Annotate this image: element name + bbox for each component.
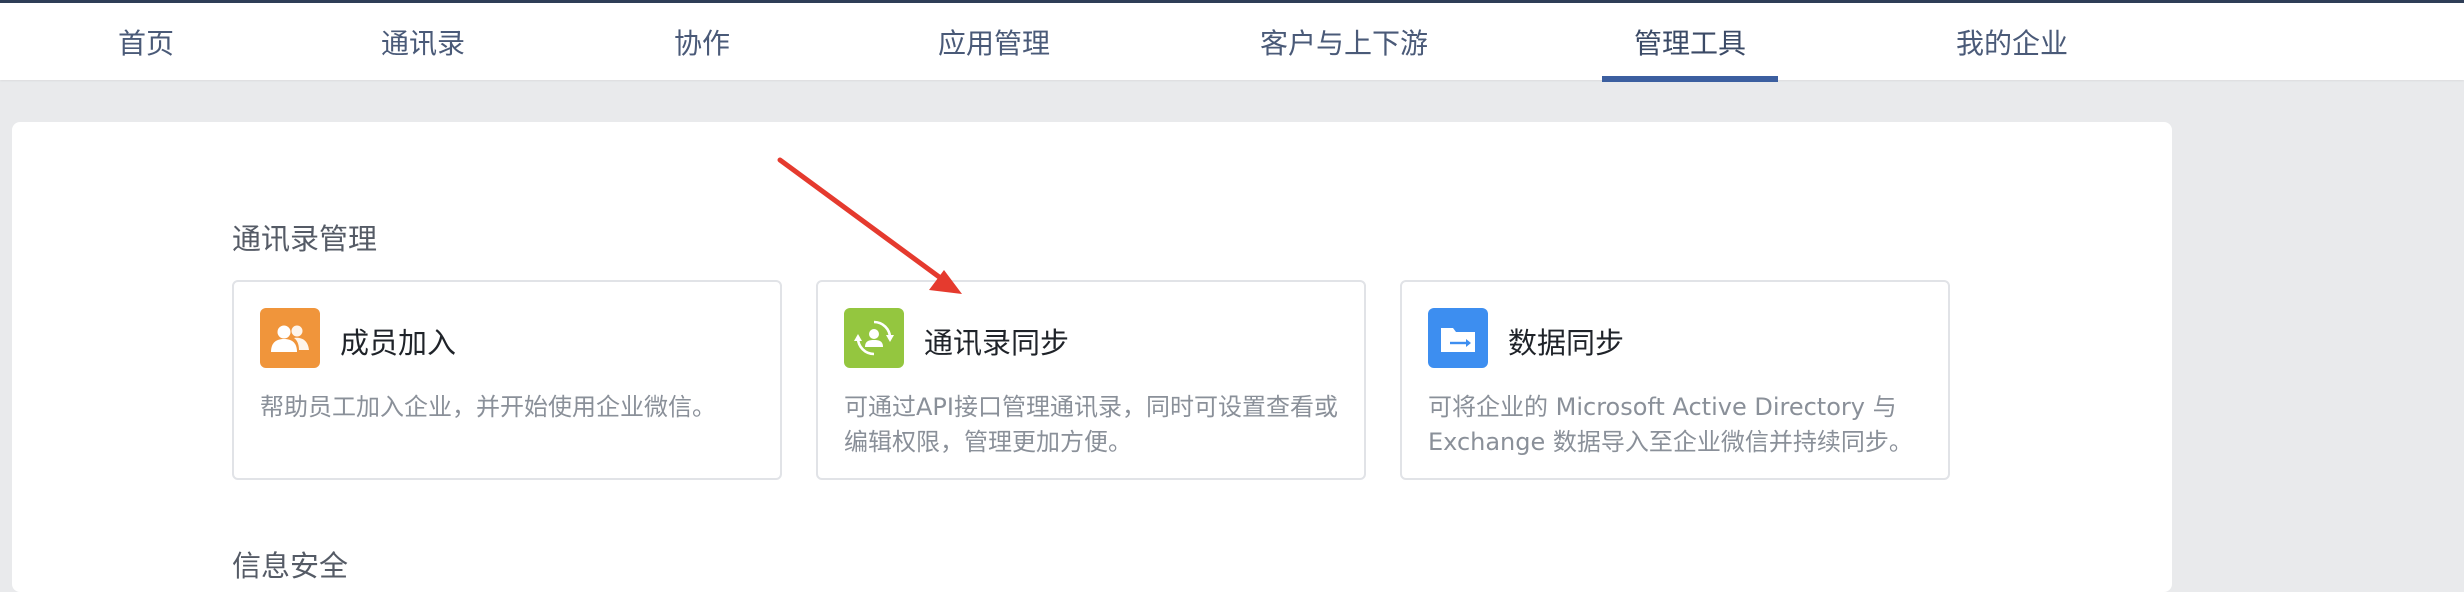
- tab-home-label: 首页: [117, 26, 174, 60]
- tab-contacts-label: 通讯录: [380, 26, 465, 60]
- tab-contacts[interactable]: 通讯录: [378, 3, 468, 80]
- card-member-join-title: 成员加入: [340, 326, 457, 360]
- tab-app-management-label: 应用管理: [937, 26, 1050, 60]
- card-member-join[interactable]: 成员加入 帮助员工加入企业，并开始使用企业微信。: [232, 280, 782, 480]
- tab-collaboration-label: 协作: [673, 26, 730, 60]
- members-icon: [260, 308, 320, 368]
- card-data-sync-title: 数据同步: [1508, 326, 1625, 360]
- tab-my-enterprise-label: 我的企业: [1955, 26, 2068, 60]
- tab-management-tools[interactable]: 管理工具: [1602, 3, 1778, 82]
- folder-sync-icon: [1428, 308, 1488, 368]
- card-data-sync[interactable]: 数据同步 可将企业的 Microsoft Active Directory 与 …: [1400, 280, 1950, 480]
- tab-customers-partners-label: 客户与上下游: [1259, 26, 1428, 60]
- tab-collaboration[interactable]: 协作: [672, 3, 732, 80]
- card-contacts-sync[interactable]: 通讯录同步 可通过API接口管理通讯录，同时可设置查看或编辑权限，管理更加方便。: [816, 280, 1366, 480]
- tab-customers-partners[interactable]: 客户与上下游: [1256, 3, 1432, 80]
- top-nav-bar: 首页 通讯录 协作 应用管理 客户与上下游 管理工具 我的企业: [0, 0, 2464, 82]
- section-title-security: 信息安全: [232, 549, 349, 583]
- contact-sync-icon: [844, 308, 904, 368]
- tab-home[interactable]: 首页: [116, 3, 176, 80]
- active-tab-indicator: [1602, 76, 1778, 82]
- section-title-contacts: 通讯录管理: [232, 222, 378, 256]
- card-contacts-sync-title: 通讯录同步: [924, 326, 1070, 360]
- tab-my-enterprise[interactable]: 我的企业: [1954, 3, 2070, 80]
- card-contacts-sync-desc: 可通过API接口管理通讯录，同时可设置查看或编辑权限，管理更加方便。: [844, 393, 1338, 456]
- card-data-sync-desc: 可将企业的 Microsoft Active Directory 与 Excha…: [1428, 393, 1913, 456]
- tab-management-tools-label: 管理工具: [1633, 26, 1746, 60]
- card-member-join-desc: 帮助员工加入企业，并开始使用企业微信。: [260, 393, 716, 421]
- tab-app-management[interactable]: 应用管理: [936, 3, 1052, 80]
